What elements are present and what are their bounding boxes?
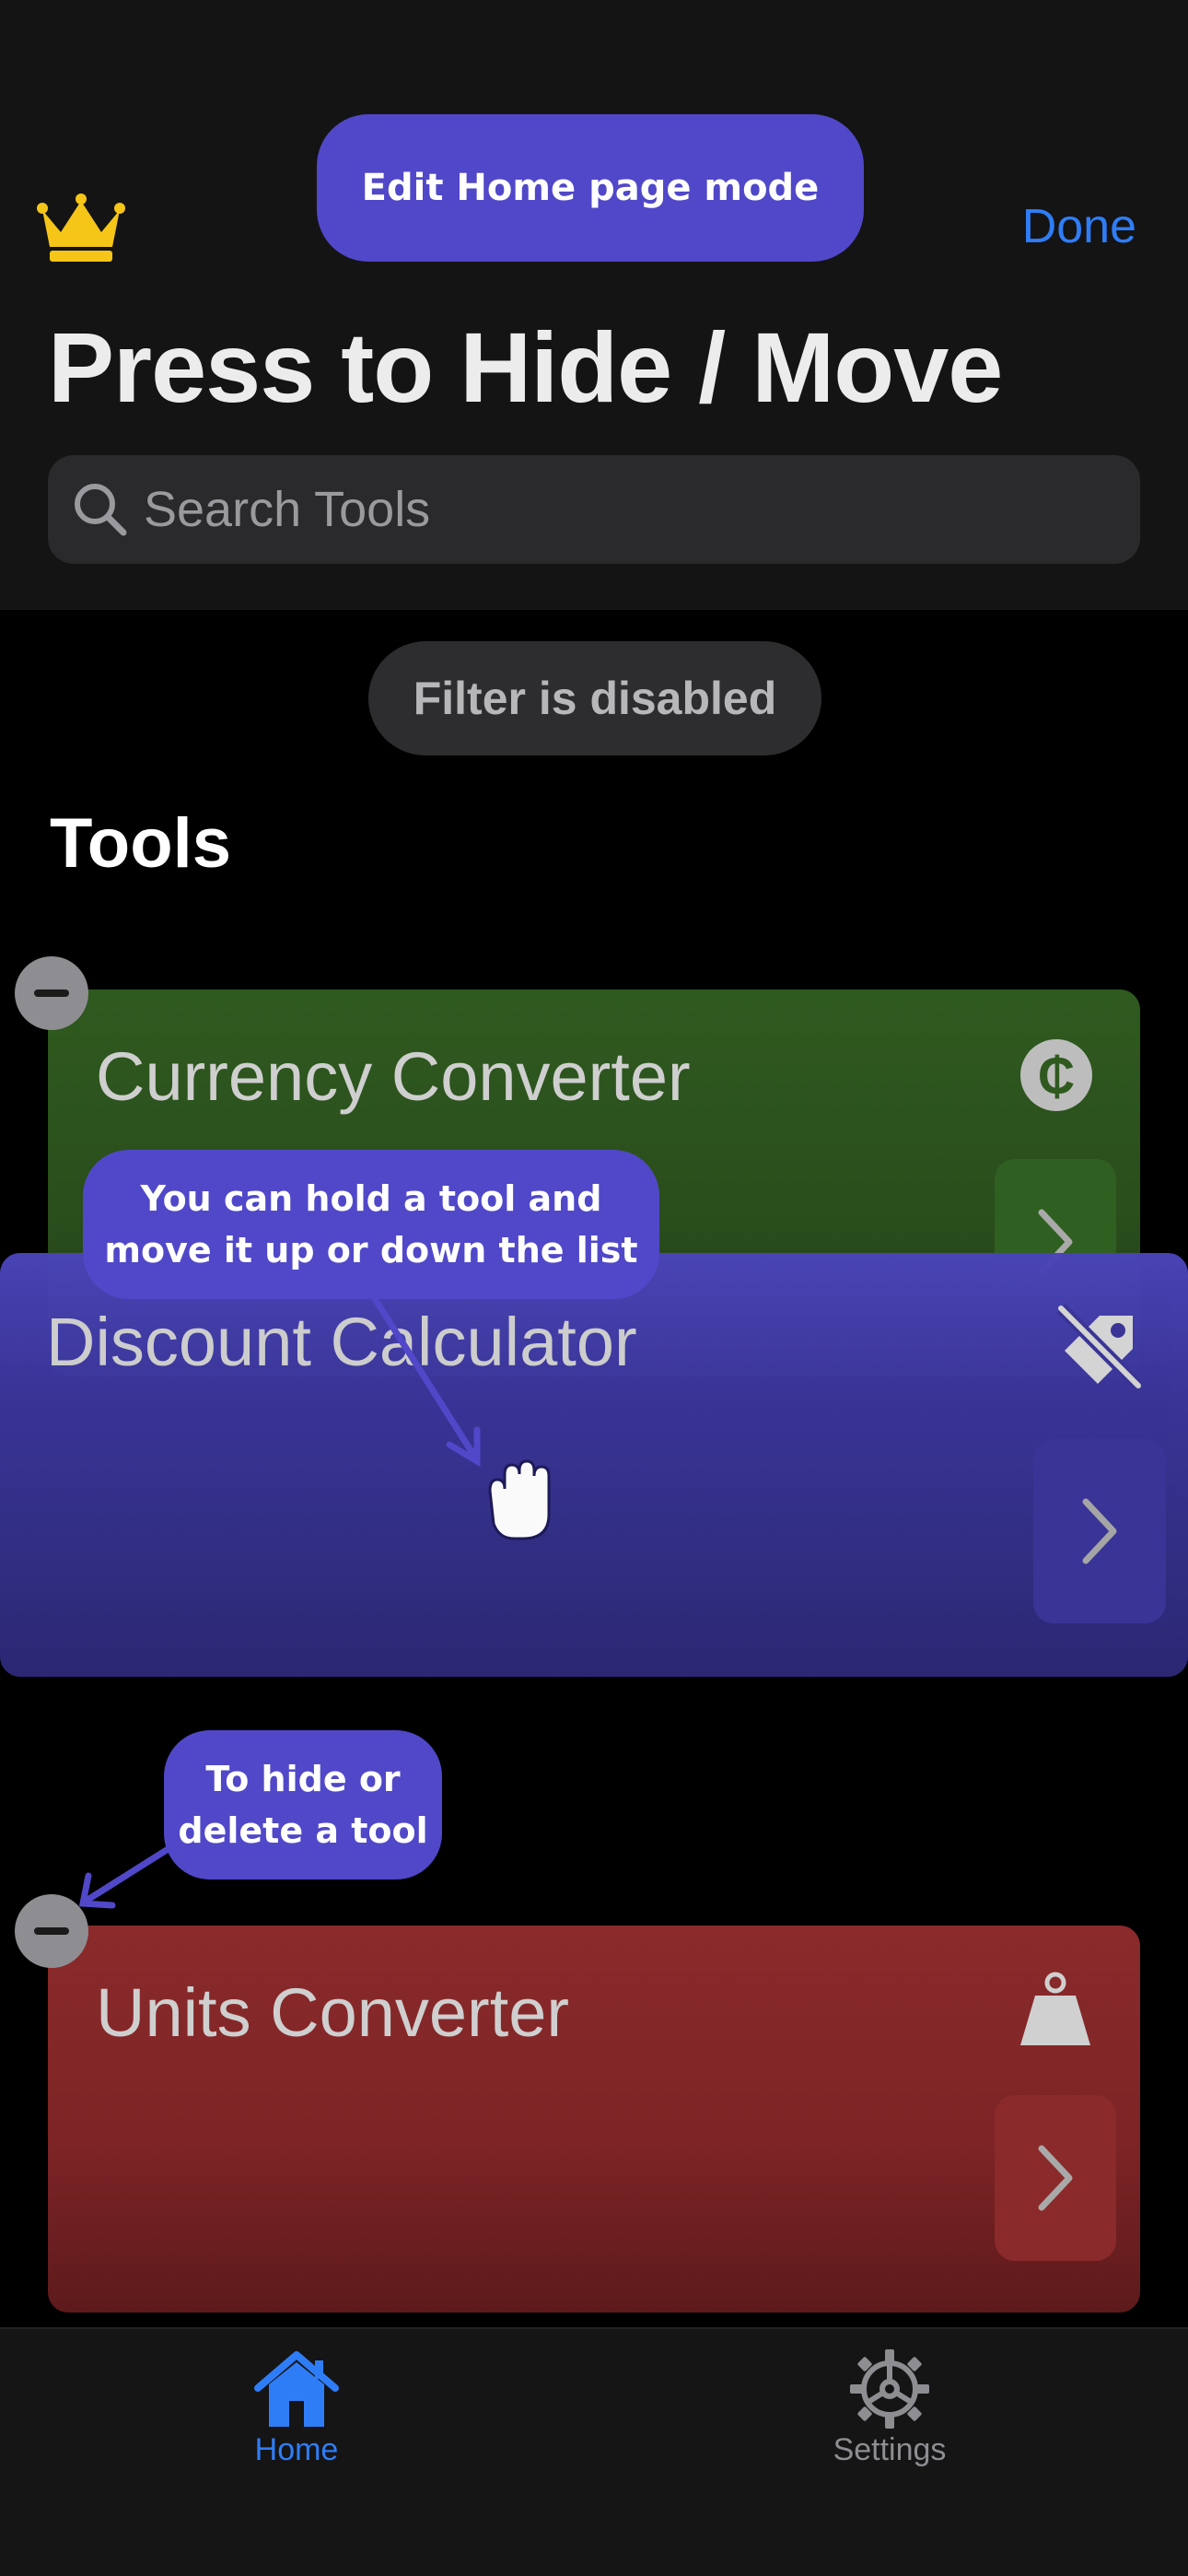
tag-slash-icon: [1056, 1304, 1143, 1390]
page-title: Press to Hide / Move: [48, 311, 1003, 423]
house-icon: [254, 2351, 339, 2427]
tooltip-move-tool: You can hold a tool and move it up or do…: [83, 1150, 659, 1299]
tool-card-title: Currency Converter: [96, 1038, 691, 1115]
tab-label: Settings: [833, 2432, 947, 2467]
tooltip-hide-tool: To hide or delete a tool: [164, 1730, 442, 1879]
tab-label: Home: [254, 2432, 339, 2467]
search-input[interactable]: [144, 455, 1111, 564]
search-icon: [75, 484, 127, 536]
gear-icon: [850, 2349, 929, 2429]
search-bar[interactable]: [48, 455, 1140, 564]
tab-bar: Home Settings: [0, 2327, 1188, 2576]
tab-settings[interactable]: Settings: [788, 2348, 991, 2504]
tooltip-text: To hide or: [205, 1759, 401, 1799]
hand-drag-icon: [488, 1459, 551, 1540]
tooltip-text: delete a tool: [178, 1810, 428, 1851]
header: Edit Home page mode Done Press to Hide /…: [0, 0, 1188, 610]
tooltip-text: You can hold a tool and: [140, 1178, 602, 1219]
tool-card-title: Discount Calculator: [46, 1304, 637, 1380]
filter-status-button[interactable]: Filter is disabled: [368, 641, 821, 755]
tool-card-title: Units Converter: [96, 1974, 570, 2051]
currency-icon: ₵: [1020, 1039, 1092, 1111]
open-tool-button[interactable]: [1033, 1439, 1166, 1623]
tab-home[interactable]: Home: [195, 2348, 398, 2504]
remove-tool-button[interactable]: [15, 956, 88, 1030]
chevron-right-icon: [1038, 2145, 1073, 2211]
edit-mode-banner: Edit Home page mode: [317, 114, 864, 262]
done-button[interactable]: Done: [1022, 199, 1136, 254]
tooltip-text: move it up or down the list: [104, 1230, 638, 1270]
weight-icon: [1020, 1972, 1090, 2045]
crown-icon[interactable]: [37, 193, 125, 263]
open-tool-button[interactable]: [995, 2095, 1116, 2261]
tool-card-discount-calculator[interactable]: Discount Calculator: [0, 1253, 1188, 1677]
remove-tool-button[interactable]: [15, 1894, 88, 1968]
chevron-right-icon: [1082, 1498, 1117, 1564]
section-title: Tools: [50, 804, 232, 883]
tool-card-units-converter[interactable]: Units Converter: [48, 1926, 1140, 2313]
